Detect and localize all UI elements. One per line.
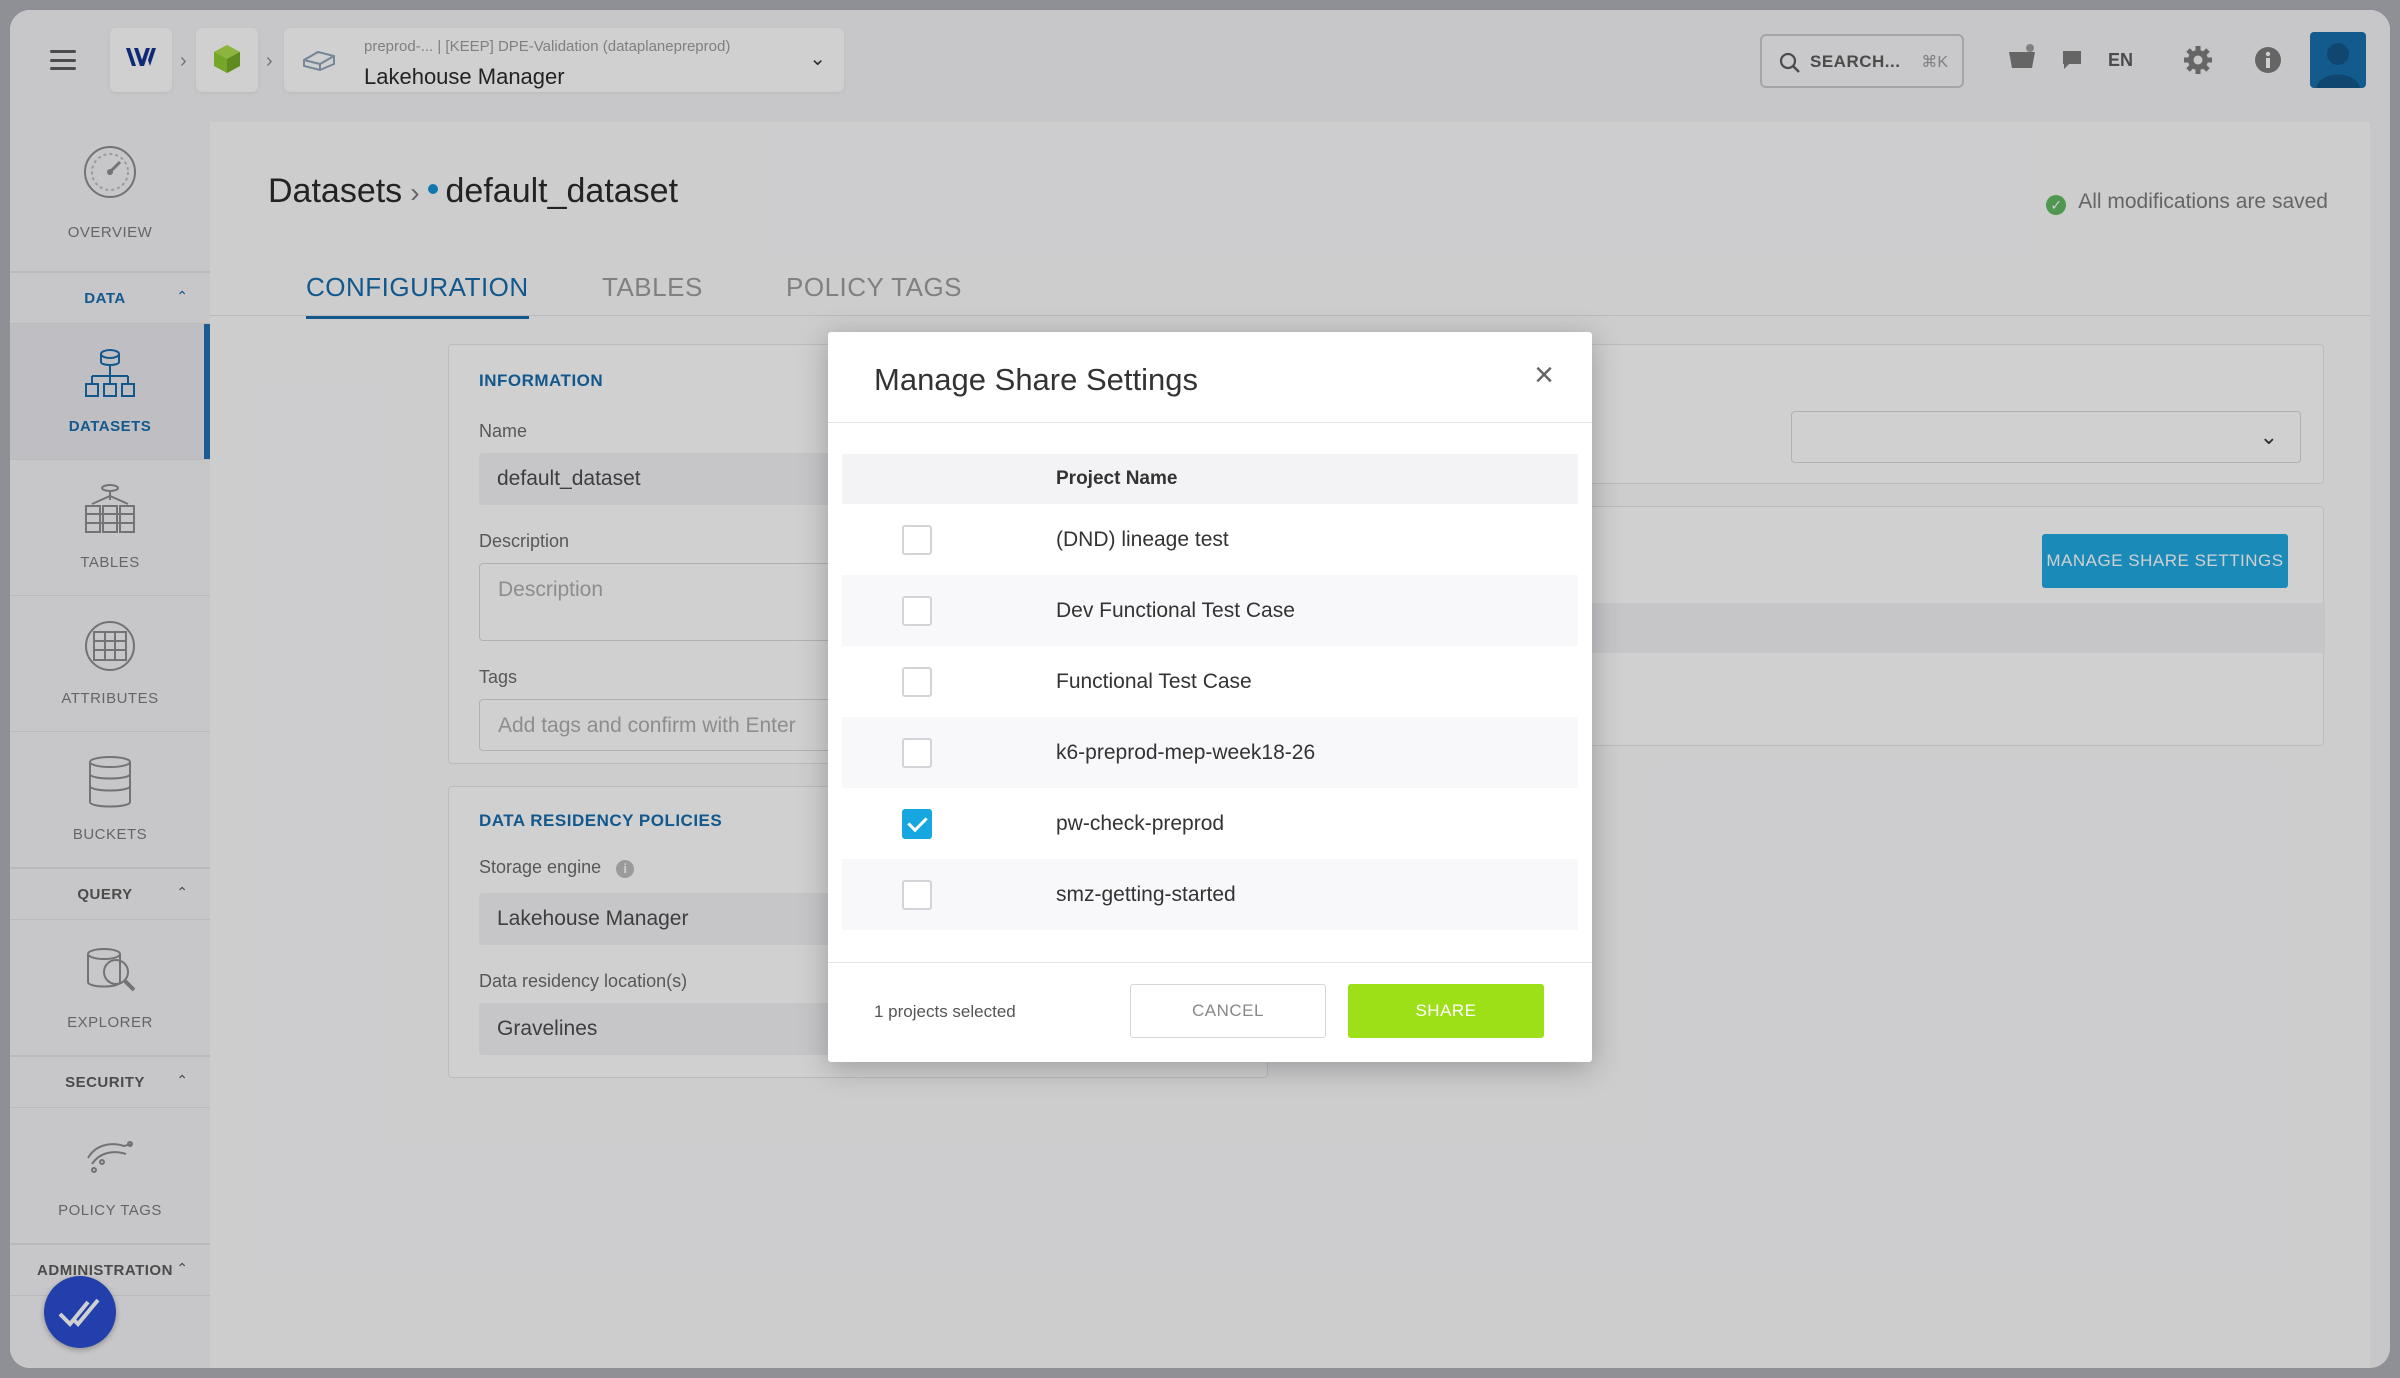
project-name: Dev Functional Test Case [1056,599,1295,622]
close-icon[interactable]: × [1534,358,1554,392]
project-checkbox[interactable] [902,596,932,626]
project-checkbox-checked[interactable] [902,809,932,839]
table-row[interactable]: (DND) lineage test [842,504,1578,575]
table-row[interactable]: k6-preprod-mep-week18-26 [842,717,1578,788]
table-row[interactable]: Dev Functional Test Case [842,575,1578,646]
divider [828,422,1592,423]
table-row[interactable]: pw-check-preprod [842,788,1578,859]
project-name: smz-getting-started [1056,883,1236,906]
app-window: › › preprod-... | [KEEP] DPE-Validation … [10,10,2390,1368]
selected-count: 1 projects selected [874,1002,1016,1021]
project-checkbox[interactable] [902,880,932,910]
project-checkbox[interactable] [902,667,932,697]
column-header-project-name[interactable]: Project Name [1056,468,1177,490]
projects-table-header: Project Name [842,454,1578,504]
project-name: (DND) lineage test [1056,528,1229,551]
project-name: k6-preprod-mep-week18-26 [1056,741,1316,764]
table-row[interactable]: smz-getting-started [842,859,1578,930]
project-name: pw-check-preprod [1056,812,1225,835]
dialog-title: Manage Share Settings [874,362,1198,397]
table-row[interactable]: Functional Test Case [842,646,1578,717]
divider [828,962,1592,963]
project-checkbox[interactable] [902,738,932,768]
cancel-button[interactable]: CANCEL [1130,984,1326,1038]
share-button[interactable]: SHARE [1348,984,1544,1038]
project-name: Functional Test Case [1056,670,1252,693]
manage-share-settings-dialog: Manage Share Settings × Project Name (DN… [828,332,1592,1062]
project-checkbox[interactable] [902,525,932,555]
